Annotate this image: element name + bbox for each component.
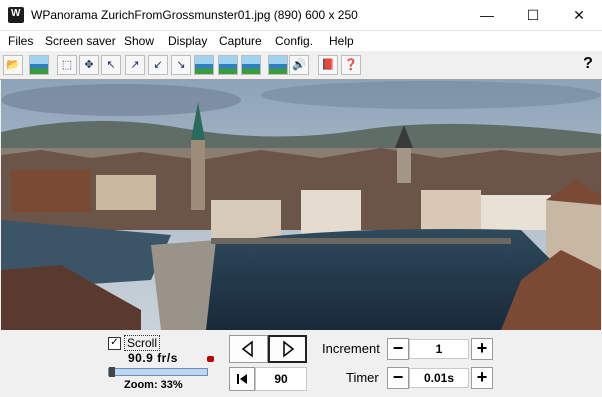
arrow-up-left-icon[interactable]: ↖ xyxy=(101,55,121,75)
panorama-image xyxy=(1,80,601,330)
menu-config[interactable]: Config. xyxy=(275,34,313,48)
move-arrows-icon[interactable]: ✥ xyxy=(79,55,99,75)
skip-to-start-icon xyxy=(237,374,247,384)
landscape-icon[interactable] xyxy=(218,55,238,75)
help-book-icon[interactable]: ❓ xyxy=(341,55,361,75)
maximize-button[interactable]: ☐ xyxy=(510,0,556,30)
image-icon[interactable] xyxy=(29,55,49,75)
toolbar: 📂 ⬚ ✥ ↖ ↗ ↙ ↘ 🔊 📕 ❓ ? xyxy=(0,52,602,80)
fit-window-icon[interactable]: ⬚ xyxy=(57,55,77,75)
zoom-slider[interactable] xyxy=(108,367,208,377)
scroll-label[interactable]: Scroll xyxy=(124,335,161,351)
triangle-left-icon xyxy=(241,340,253,358)
arrow-up-right-icon[interactable]: ↗ xyxy=(125,55,145,75)
app-icon[interactable] xyxy=(8,7,24,23)
arrow-down-right-icon[interactable]: ↘ xyxy=(171,55,191,75)
speed-indicator-icon xyxy=(207,356,214,362)
zoom-level: Zoom: 33% xyxy=(124,379,183,391)
timer-label: Timer xyxy=(346,370,379,385)
timer-minus-button[interactable]: − xyxy=(387,367,409,389)
menu-files[interactable]: Files xyxy=(8,34,33,48)
slideshow-icon[interactable] xyxy=(194,55,214,75)
title-bar: WPanorama ZurichFromGrossmunster01.jpg (… xyxy=(0,0,602,31)
scroll-left-button[interactable] xyxy=(229,335,268,363)
close-button[interactable]: ✕ xyxy=(556,0,602,30)
rewind-button[interactable] xyxy=(229,367,255,391)
frame-rate: 90.9 fr/s xyxy=(128,351,178,365)
timer-field[interactable]: 0.01s xyxy=(409,368,469,388)
menu-display[interactable]: Display xyxy=(168,34,207,48)
menu-capture[interactable]: Capture xyxy=(219,34,262,48)
slider-thumb[interactable] xyxy=(109,367,115,377)
arrow-down-left-icon[interactable]: ↙ xyxy=(148,55,168,75)
center-view-icon[interactable] xyxy=(268,55,288,75)
book-icon[interactable]: 📕 xyxy=(318,55,338,75)
increment-field[interactable]: 1 xyxy=(409,339,469,359)
scroll-right-button[interactable] xyxy=(268,335,307,363)
minimize-button[interactable]: — xyxy=(464,0,510,30)
window-title: WPanorama ZurichFromGrossmunster01.jpg (… xyxy=(31,8,358,22)
menu-show[interactable]: Show xyxy=(124,34,154,48)
menu-bar: Files Screen saver Show Display Capture … xyxy=(0,31,602,51)
open-folder-icon[interactable]: 📂 xyxy=(3,55,23,75)
timer-plus-button[interactable]: + xyxy=(471,367,493,389)
panorama-strip-icon[interactable] xyxy=(241,55,261,75)
increment-plus-button[interactable]: + xyxy=(471,338,493,360)
menu-screen-saver[interactable]: Screen saver xyxy=(45,34,116,48)
menu-help[interactable]: Help xyxy=(329,34,354,48)
speaker-icon[interactable]: 🔊 xyxy=(289,55,309,75)
panorama-view[interactable] xyxy=(1,80,601,330)
increment-minus-button[interactable]: − xyxy=(387,338,409,360)
help-question-icon[interactable]: ? xyxy=(578,55,598,75)
controls-panel: ✓ Scroll 90.9 fr/s Zoom: 33% 90 Incremen… xyxy=(0,331,602,397)
triangle-right-icon xyxy=(283,340,295,358)
scroll-checkbox[interactable]: ✓ xyxy=(108,337,121,350)
increment-label: Increment xyxy=(322,341,380,356)
step-value-field[interactable]: 90 xyxy=(255,367,307,391)
